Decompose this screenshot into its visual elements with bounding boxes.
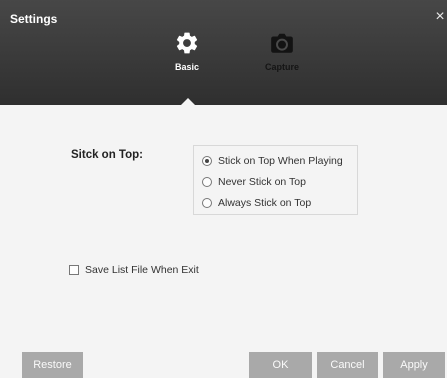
stick-on-top-options: Stick on Top When Playing Never Stick on… xyxy=(193,145,358,215)
active-tab-pointer xyxy=(181,98,195,105)
apply-button[interactable]: Apply xyxy=(383,352,445,378)
tab-basic[interactable]: Basic xyxy=(155,30,219,86)
radio-option-never-stick[interactable]: Never Stick on Top xyxy=(202,174,306,190)
cancel-button[interactable]: Cancel xyxy=(317,352,378,378)
window-title: Settings xyxy=(10,12,58,26)
tab-basic-label: Basic xyxy=(174,62,200,72)
save-list-label: Save List File When Exit xyxy=(85,264,199,276)
radio-label: Always Stick on Top xyxy=(218,197,312,209)
radio-option-always-stick[interactable]: Always Stick on Top xyxy=(202,195,311,211)
close-button[interactable]: × xyxy=(433,8,447,26)
radio-button-checked[interactable] xyxy=(202,156,212,166)
save-list-checkbox-row[interactable]: Save List File When Exit xyxy=(69,264,199,276)
stick-on-top-label: Sitck on Top: xyxy=(71,149,143,161)
tab-capture-label: Capture xyxy=(264,62,299,72)
save-list-checkbox[interactable] xyxy=(69,265,79,275)
radio-button[interactable] xyxy=(202,198,212,208)
radio-option-stick-when-playing[interactable]: Stick on Top When Playing xyxy=(202,153,343,169)
gear-icon xyxy=(176,32,198,54)
ok-button[interactable]: OK xyxy=(249,352,312,378)
radio-label: Never Stick on Top xyxy=(218,176,306,188)
tab-capture[interactable]: Capture xyxy=(250,30,314,86)
radio-button[interactable] xyxy=(202,177,212,187)
restore-button[interactable]: Restore xyxy=(22,352,83,378)
radio-label: Stick on Top When Playing xyxy=(218,155,343,167)
header-bar: Settings × Basic Capture xyxy=(0,0,447,105)
camera-icon xyxy=(271,33,293,53)
close-icon: × xyxy=(435,8,445,25)
